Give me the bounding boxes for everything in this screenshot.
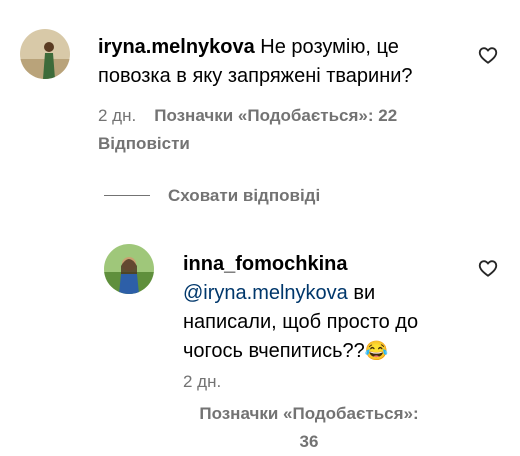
comment-body-line3: чогось вчепитись?? [183, 340, 365, 362]
hide-replies-button[interactable]: Сховати відповіді [168, 186, 320, 206]
comment-body-line1: ви [347, 282, 376, 304]
likes-count-button[interactable]: Позначки «Подобається»: 22 [154, 106, 397, 125]
username-link[interactable]: inna_fomochkina [183, 253, 347, 275]
comment2-time[interactable]: 2 дн. [183, 372, 221, 392]
avatar-photo [104, 244, 154, 294]
comment-text: inna_fomochkina @iryna.melnykova ви напи… [183, 250, 473, 366]
likes-label: Позначки «Подобається»: [199, 404, 419, 423]
likes-number: 36 [299, 432, 319, 451]
avatar-photo [20, 29, 70, 79]
comment-body-line1: Не розумію, це [254, 36, 399, 58]
comment-body-line2: написали, щоб просто до [183, 311, 419, 333]
mention-link[interactable]: @iryna.melnykova [183, 282, 348, 304]
avatar-iryna[interactable] [20, 29, 70, 79]
divider-line [104, 195, 150, 196]
reply-button[interactable]: Відповісти [98, 134, 190, 154]
likes-count-button[interactable]: Позначки «Подобається»: 36 [193, 400, 425, 456]
laughing-emoji-icon: 😂 [364, 341, 389, 362]
comment1-meta: 2 дн. Позначки «Подобається»: 22 [98, 106, 397, 126]
heart-icon[interactable] [477, 257, 499, 279]
comment-body-line2: повозка в яку запряжені тварини? [98, 65, 413, 87]
username-link[interactable]: iryna.melnykova [98, 36, 255, 58]
heart-icon[interactable] [477, 44, 499, 66]
comment-time[interactable]: 2 дн. [98, 106, 136, 125]
avatar-inna[interactable] [104, 244, 154, 294]
comment-text: iryna.melnykova Не розумію, це повозка в… [98, 33, 478, 91]
